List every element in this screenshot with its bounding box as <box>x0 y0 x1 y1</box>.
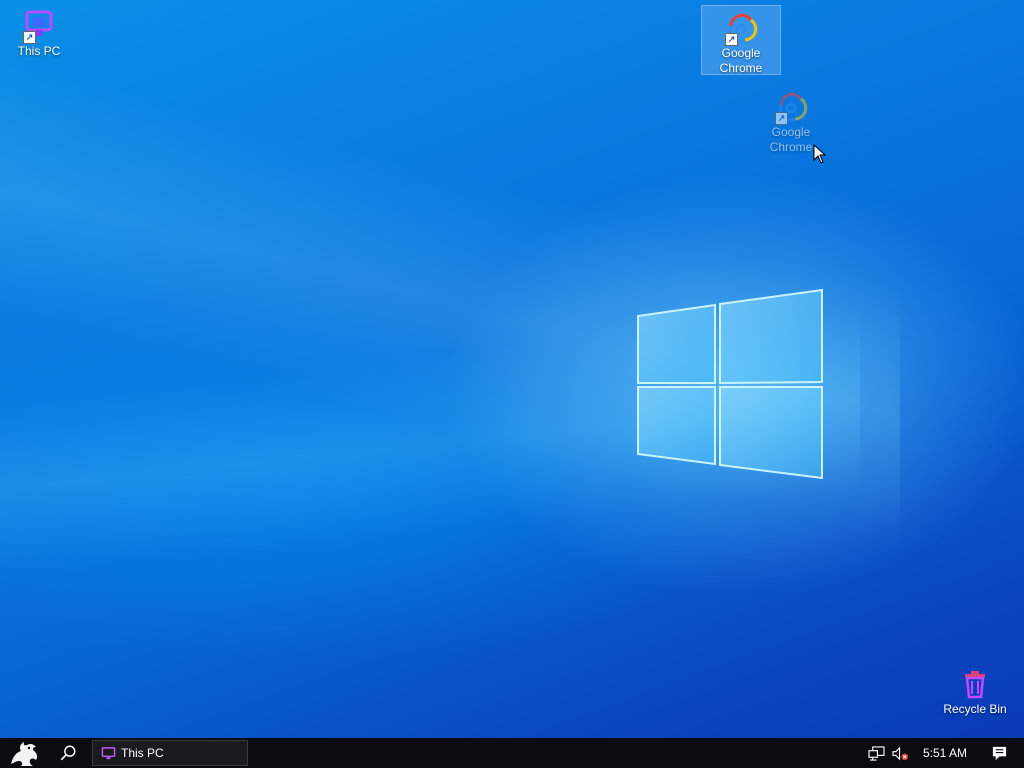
search-icon <box>60 745 76 761</box>
volume-button[interactable] <box>888 738 912 768</box>
dragon-start-icon <box>11 742 38 766</box>
action-center-button[interactable] <box>974 738 1024 768</box>
shortcut-arrow-icon: ↗ <box>23 31 36 44</box>
search-button[interactable] <box>48 738 88 768</box>
taskbar-app-label: This PC <box>121 746 164 760</box>
network-button[interactable] <box>864 738 888 768</box>
windows-logo-wallpaper <box>636 288 824 480</box>
clock[interactable]: 5:51 AM <box>916 738 974 768</box>
taskbar: This PC 5:51 AM <box>0 738 1024 768</box>
shortcut-arrow-icon: ↗ <box>775 112 788 125</box>
clock-time: 5:51 AM <box>922 746 968 760</box>
volume-muted-icon <box>891 746 908 760</box>
chrome-icon: ↗ <box>723 10 759 46</box>
desktop-icon-label: Chrome <box>719 61 763 75</box>
chrome-icon: ↗ <box>773 89 809 125</box>
network-icon <box>867 745 885 761</box>
shortcut-arrow-icon: ↗ <box>725 33 738 46</box>
desktop-icon-label: This PC <box>17 44 61 58</box>
desktop-icon-this-pc[interactable]: ↗ This PC <box>0 4 78 59</box>
mouse-cursor-icon <box>813 143 827 164</box>
desktop-icon-recycle-bin[interactable]: Recycle Bin <box>936 662 1014 717</box>
recycle-bin-icon <box>957 666 993 702</box>
this-pc-icon <box>101 746 116 759</box>
desktop-icon-label: Recycle Bin <box>943 702 1007 716</box>
desktop[interactable]: ↗ This PC ↗ Google Chrome ↗ Google Chrom… <box>0 0 1024 738</box>
system-tray: 5:51 AM <box>864 738 1024 768</box>
desktop-icon-google-chrome[interactable]: ↗ Google Chrome <box>701 5 781 75</box>
action-center-icon <box>992 746 1006 760</box>
desktop-icon-label: Google <box>771 125 811 139</box>
desktop-icon-label: Google <box>721 46 761 60</box>
taskbar-app-this-pc[interactable]: This PC <box>92 740 248 766</box>
this-pc-icon: ↗ <box>21 8 57 44</box>
start-button[interactable] <box>0 738 48 768</box>
